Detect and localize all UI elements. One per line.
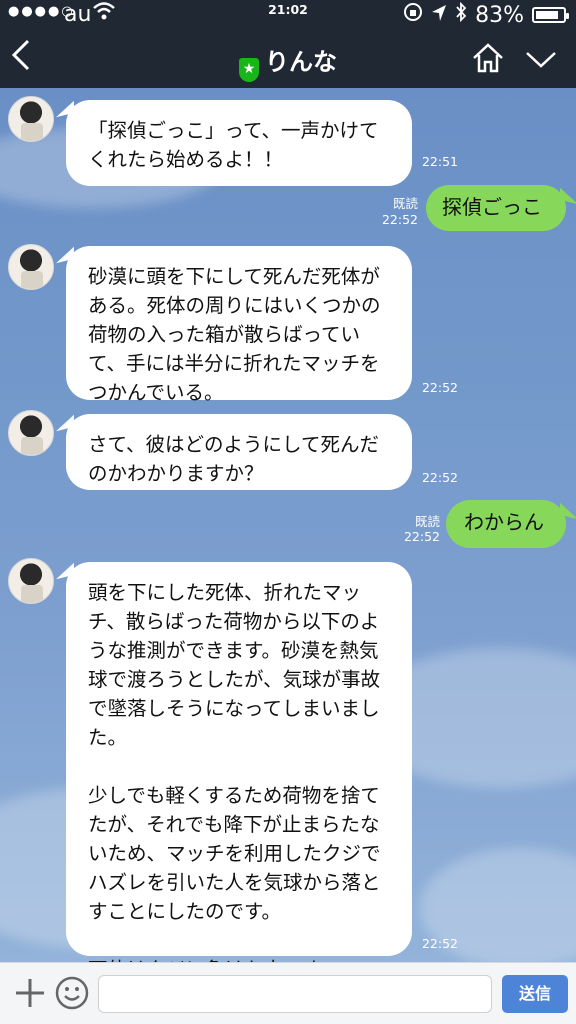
message-time: 22:52 [421,470,458,485]
bluetooth-icon [455,1,467,28]
home-button[interactable] [470,40,506,76]
message-bubble[interactable]: 砂漠に頭を下にして死んだ死体が ある。死体の周りにはいくつかの 荷物の入った箱が… [66,246,412,404]
send-button[interactable]: 送信 [502,975,568,1013]
message-bubble[interactable]: 探偵ごっこ [426,185,566,231]
plus-icon[interactable] [10,973,50,1013]
battery-icon [532,7,569,23]
message-time: 22:52 [403,529,440,544]
message-bubble[interactable]: 「探偵ごっこ」って、一声かけて くれたら始めるよ！！ [66,100,412,186]
message-time: 22:52 [421,380,458,395]
battery-fill [536,11,558,19]
location-icon [431,3,447,28]
emoji-icon[interactable] [54,975,90,1011]
chevron-down-icon[interactable] [524,44,558,74]
message-time: 22:51 [421,154,458,169]
battery-percent: 83% [475,2,524,28]
rotation-lock-icon [403,2,423,28]
status-right: 83% [403,1,569,28]
avatar[interactable] [8,410,54,456]
avatar[interactable] [8,558,54,604]
chat-title-text: りんな [265,48,337,76]
read-receipt: 既読 [392,196,418,211]
read-receipt: 既読 [414,514,440,529]
star-icon: ★ [239,58,259,82]
avatar[interactable] [8,244,54,290]
status-bar: ●●●●○ au 21:02 83% [0,0,576,30]
top-bar: ●●●●○ au 21:02 83% ★ りんな [0,0,576,88]
input-bar: 送信 [0,962,576,1024]
message-bubble[interactable]: わからん [446,500,566,548]
message-bubble[interactable]: さて、彼はどのようにして死んだ のかわかりますか？ [66,414,412,490]
message-time: 22:52 [421,936,458,951]
message-time: 22:52 [381,212,418,227]
chat-area[interactable]: 「探偵ごっこ」って、一声かけて くれたら始めるよ！！ 22:51 既読 22:5… [0,88,576,962]
avatar[interactable] [8,96,54,142]
message-input[interactable] [98,975,492,1013]
chat-header: ★ りんな [0,30,576,88]
message-bubble[interactable]: 頭を下にした死体、折れたマッ チ、散らばった荷物から以下のよ うな推測ができます… [66,562,412,962]
